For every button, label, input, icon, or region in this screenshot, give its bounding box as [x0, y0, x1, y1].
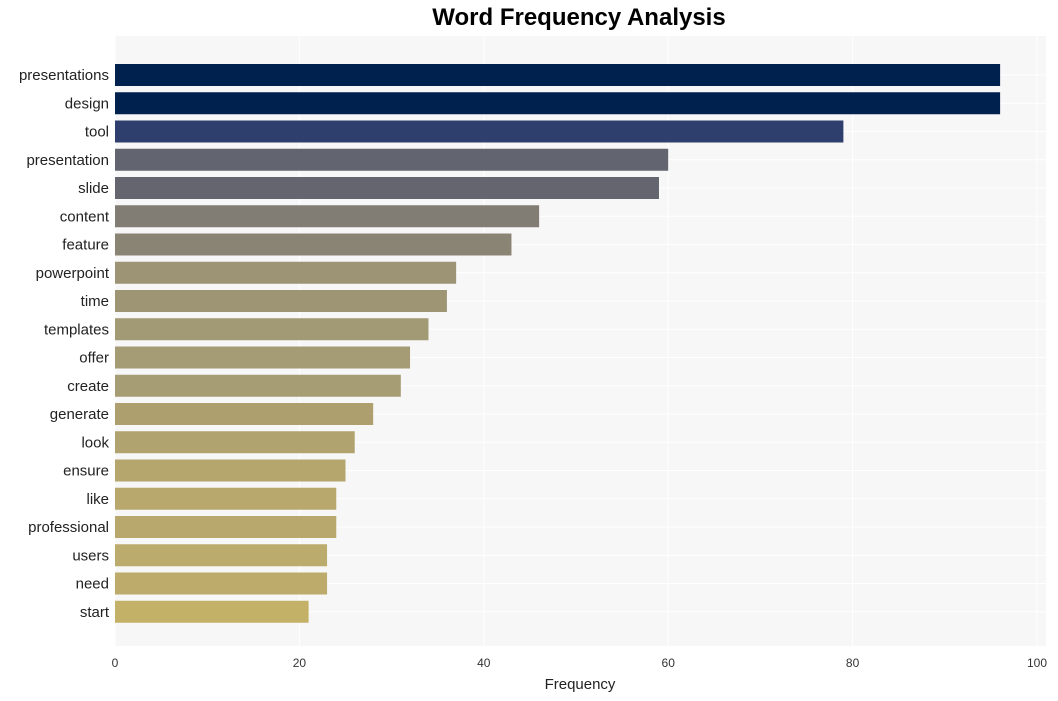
y-label-create: create [67, 378, 109, 395]
bar-professional [115, 516, 337, 538]
bar-presentations [115, 64, 1001, 86]
bar-create [115, 374, 401, 397]
bar-chart: presentations design tool presentation slide… [19, 36, 1048, 693]
bar-design [115, 92, 1001, 115]
bar-users [115, 544, 328, 567]
bar-offer [115, 346, 411, 369]
bar-time [115, 290, 447, 312]
bar-content [115, 205, 540, 228]
bar-presentation [115, 148, 669, 171]
y-label-presentation: presentation [26, 152, 109, 169]
bar-look [115, 431, 355, 454]
x-axis-ticks: 0 20 40 60 80 100 [112, 656, 1048, 670]
x-axis-label: Frequency [545, 676, 616, 693]
bar-tool [115, 120, 844, 143]
y-label-presentations: presentations [19, 67, 109, 84]
bar-slide [115, 177, 659, 199]
y-label-look: look [81, 434, 109, 451]
bar-powerpoint [115, 261, 457, 284]
x-tick-label: 20 [293, 656, 307, 670]
y-label-templates: templates [44, 321, 109, 338]
bar-templates [115, 318, 429, 341]
y-label-offer: offer [79, 350, 109, 367]
y-label-start: start [80, 604, 110, 621]
y-label-feature: feature [62, 237, 109, 254]
bar-start [115, 600, 309, 623]
x-tick-label: 80 [846, 656, 860, 670]
bar-like [115, 487, 337, 510]
y-label-need: need [76, 576, 109, 593]
y-label-like: like [86, 491, 109, 508]
x-tick-label: 100 [1027, 656, 1047, 670]
bar-generate [115, 403, 374, 425]
y-label-tool: tool [85, 124, 109, 141]
bar-ensure [115, 459, 346, 482]
y-label-ensure: ensure [63, 463, 109, 480]
y-label-powerpoint: powerpoint [36, 265, 110, 282]
bar-feature [115, 233, 512, 256]
bar-need [115, 572, 328, 595]
y-axis-labels: presentations design tool presentation slide… [19, 67, 110, 621]
x-tick-label: 0 [112, 656, 119, 670]
y-label-professional: professional [28, 519, 109, 536]
y-label-time: time [81, 293, 109, 310]
y-label-users: users [72, 547, 109, 564]
y-label-slide: slide [78, 180, 109, 197]
x-tick-label: 40 [477, 656, 491, 670]
y-label-content: content [60, 208, 110, 225]
y-label-generate: generate [50, 406, 109, 423]
y-label-design: design [65, 95, 109, 112]
x-tick-label: 60 [662, 656, 676, 670]
